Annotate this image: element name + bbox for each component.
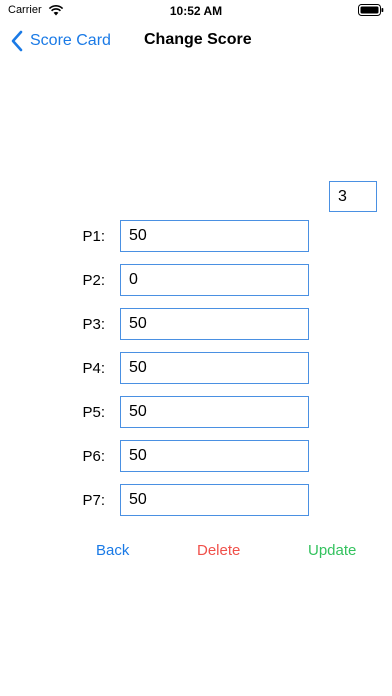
player-label: P3: [82,316,105,333]
player-score-field[interactable] [120,396,309,428]
player-score-field[interactable] [120,352,309,384]
player-score-field[interactable] [120,264,309,296]
player-score-field[interactable] [120,440,309,472]
player-label: P2: [82,272,105,289]
back-nav-label: Score Card [30,32,111,49]
player-label: P1: [82,228,105,245]
player-score-field[interactable] [120,308,309,340]
player-score-field[interactable] [120,220,309,252]
player-label: P5: [82,404,105,421]
player-label: P6: [82,448,105,465]
update-button[interactable]: Update [308,542,356,559]
back-button[interactable]: Back [96,542,129,559]
player-label: P4: [82,360,105,377]
player-score-field[interactable] [120,484,309,516]
back-nav-button[interactable]: Score Card [10,28,111,54]
chevron-left-icon [11,30,23,52]
round-number-field[interactable] [329,181,377,212]
status-bar: Carrier 10:52 AM [0,0,392,22]
delete-button[interactable]: Delete [197,542,240,559]
battery-icon [358,4,384,16]
player-label: P7: [82,492,105,509]
status-time: 10:52 AM [169,4,223,18]
